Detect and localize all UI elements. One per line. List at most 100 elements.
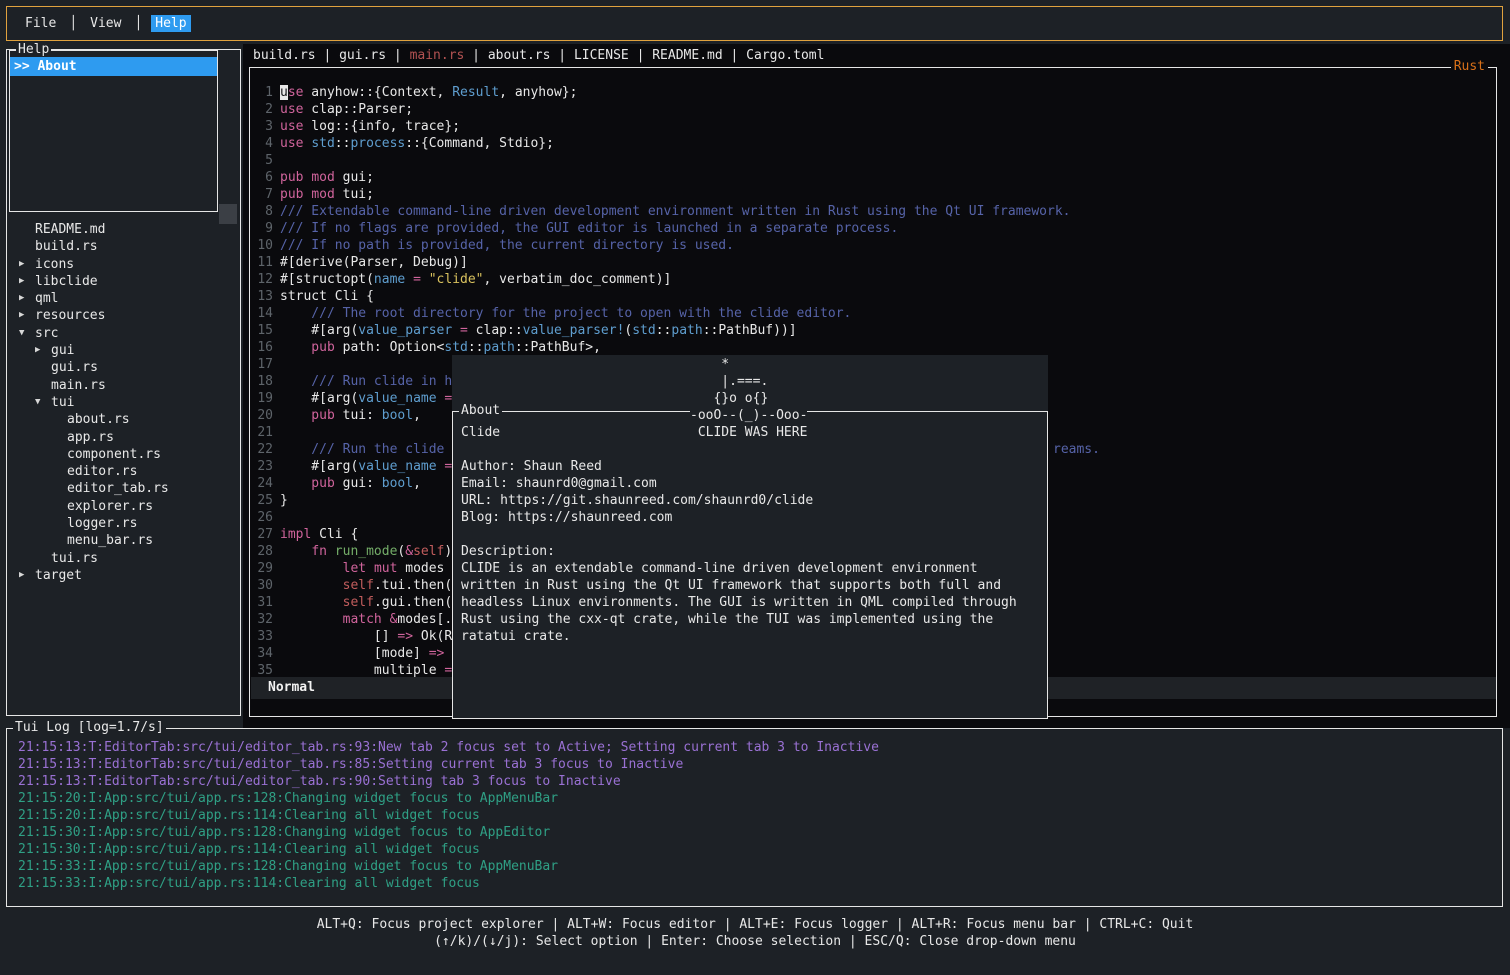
code-segment: Result xyxy=(452,85,499,100)
code-segment: => xyxy=(397,629,413,644)
menu-separator: │ xyxy=(69,16,77,31)
log-entry: 21:15:13:T:EditorTab:src/tui/editor_tab.… xyxy=(18,773,879,790)
tree-item-src[interactable]: ▼src xyxy=(7,325,240,342)
tree-item-app-rs[interactable]: app.rs xyxy=(7,429,240,446)
code-segment xyxy=(405,272,413,287)
code-segment: std xyxy=(444,340,467,355)
code-line-text: } xyxy=(280,493,288,508)
code-segment: std xyxy=(632,323,655,338)
help-menu-item-about[interactable]: >> About xyxy=(10,57,217,76)
log-entry: 21:15:30:I:App:src/tui/app.rs:128:Changi… xyxy=(18,824,879,841)
tree-item-qml[interactable]: ▶qml xyxy=(7,290,240,307)
tree-item-resources[interactable]: ▶resources xyxy=(7,307,240,324)
editor-tab-bar: build.rs | gui.rs | main.rs | about.rs |… xyxy=(253,48,824,65)
tree-item-icons[interactable]: ▶icons xyxy=(7,256,240,273)
code-segment: #[arg( xyxy=(280,323,358,338)
menu-item-file[interactable]: File xyxy=(21,15,60,32)
tab-readme-md[interactable]: README.md xyxy=(652,48,722,63)
code-segment: path: Option< xyxy=(335,340,445,355)
tree-item-component-rs[interactable]: component.rs xyxy=(7,446,240,463)
tab-cargo-toml[interactable]: Cargo.toml xyxy=(746,48,824,63)
tree-item-readme-md[interactable]: README.md xyxy=(7,221,240,238)
code-segment: multiple xyxy=(280,663,444,678)
code-segment: :: xyxy=(335,136,351,151)
line-number: 32 xyxy=(251,611,273,628)
tab-build-rs[interactable]: build.rs xyxy=(253,48,316,63)
tab-gui-rs[interactable]: gui.rs xyxy=(339,48,386,63)
chevron-collapsed-icon: ▶ xyxy=(19,567,35,584)
tab-about-rs[interactable]: about.rs xyxy=(488,48,551,63)
about-row: Description: xyxy=(461,543,1039,560)
help-dropdown: Help >> About xyxy=(9,50,218,212)
chevron-expanded-icon: ▼ xyxy=(19,325,35,342)
code-segment: clap:: xyxy=(468,323,523,338)
about-row: Author: Shaun Reed xyxy=(461,458,1039,475)
tree-item-editor-tab-rs[interactable]: editor_tab.rs xyxy=(7,480,240,497)
tree-item-libclide[interactable]: ▶libclide xyxy=(7,273,240,290)
code-segment: .gui.then( xyxy=(374,595,452,610)
editor-mode-badge: Normal xyxy=(268,680,315,695)
code-segment: use xyxy=(280,102,303,117)
code-segment: [] xyxy=(280,629,397,644)
tree-item-build-rs[interactable]: build.rs xyxy=(7,238,240,255)
code-line: 14 /// The root directory for the projec… xyxy=(251,305,1071,322)
code-line-text: impl Cli { xyxy=(280,527,358,542)
line-number: 3 xyxy=(251,118,273,135)
code-segment xyxy=(280,595,343,610)
tree-item-target[interactable]: ▶target xyxy=(7,567,240,584)
log-entry: 21:15:33:I:App:src/tui/app.rs:128:Changi… xyxy=(18,858,879,875)
line-number: 2 xyxy=(251,101,273,118)
tree-item-tui[interactable]: ▼tui xyxy=(7,394,240,411)
code-segment: u xyxy=(280,85,288,100)
tree-item-label: README.md xyxy=(35,221,105,238)
tree-item-explorer-rs[interactable]: explorer.rs xyxy=(7,498,240,515)
about-row xyxy=(461,441,1039,458)
code-segment: std xyxy=(311,136,334,151)
tree-item-gui[interactable]: ▶gui xyxy=(7,342,240,359)
line-number: 5 xyxy=(251,152,273,169)
tree-item-tui-rs[interactable]: tui.rs xyxy=(7,550,240,567)
line-number: 29 xyxy=(251,560,273,577)
code-segment: let xyxy=(343,561,366,576)
code-segment: run_mode xyxy=(335,544,398,559)
tree-item-gui-rs[interactable]: gui.rs xyxy=(7,359,240,376)
tab-separator: | xyxy=(464,48,487,63)
code-segment: self xyxy=(343,578,374,593)
code-line: 10/// If no path is provided, the curren… xyxy=(251,237,1071,254)
code-segment: pub xyxy=(280,170,303,185)
code-segment: name xyxy=(374,272,405,287)
code-segment: value_parser xyxy=(358,323,452,338)
tree-item-menu-bar-rs[interactable]: menu_bar.rs xyxy=(7,532,240,549)
line-number: 23 xyxy=(251,458,273,475)
code-line: 7pub mod tui; xyxy=(251,186,1071,203)
tree-item-main-rs[interactable]: main.rs xyxy=(7,377,240,394)
code-line-text: pub tui: bool, xyxy=(280,408,421,423)
code-segment: /// If no flags are provided, the GUI ed… xyxy=(280,221,898,236)
tree-item-editor-rs[interactable]: editor.rs xyxy=(7,463,240,480)
code-line-text: pub mod tui; xyxy=(280,187,374,202)
code-segment: = xyxy=(460,323,468,338)
tree-item-label: about.rs xyxy=(67,411,130,428)
code-segment: bool xyxy=(382,408,413,423)
tree-item-logger-rs[interactable]: logger.rs xyxy=(7,515,240,532)
line-number: 24 xyxy=(251,475,273,492)
line-number: 33 xyxy=(251,628,273,645)
code-segment: anyhow::{Context, xyxy=(303,85,452,100)
menu-item-help[interactable]: Help xyxy=(151,15,190,32)
code-segment: match xyxy=(343,612,382,627)
code-line: 8/// Extendable command-line driven deve… xyxy=(251,203,1071,220)
code-line: 16 pub path: Option<std::path::PathBuf>, xyxy=(251,339,1071,356)
ascii-art-line: * xyxy=(690,356,807,373)
code-segment: pub xyxy=(280,340,335,355)
about-dialog-body: ClideAuthor: Shaun ReedEmail: shaunrd0@g… xyxy=(453,412,1047,645)
tab-separator: | xyxy=(386,48,409,63)
tab-license[interactable]: LICENSE xyxy=(574,48,629,63)
menu-item-view[interactable]: View xyxy=(86,15,125,32)
code-segment: Ok(R xyxy=(413,629,452,644)
tab-main-rs[interactable]: main.rs xyxy=(410,48,465,63)
line-number: 4 xyxy=(251,135,273,152)
tree-item-about-rs[interactable]: about.rs xyxy=(7,411,240,428)
project-explorer: Help >> About README.mdbuild.rs▶icons▶li… xyxy=(6,49,241,716)
code-segment: mut xyxy=(374,561,397,576)
code-segment: gui; xyxy=(335,170,374,185)
